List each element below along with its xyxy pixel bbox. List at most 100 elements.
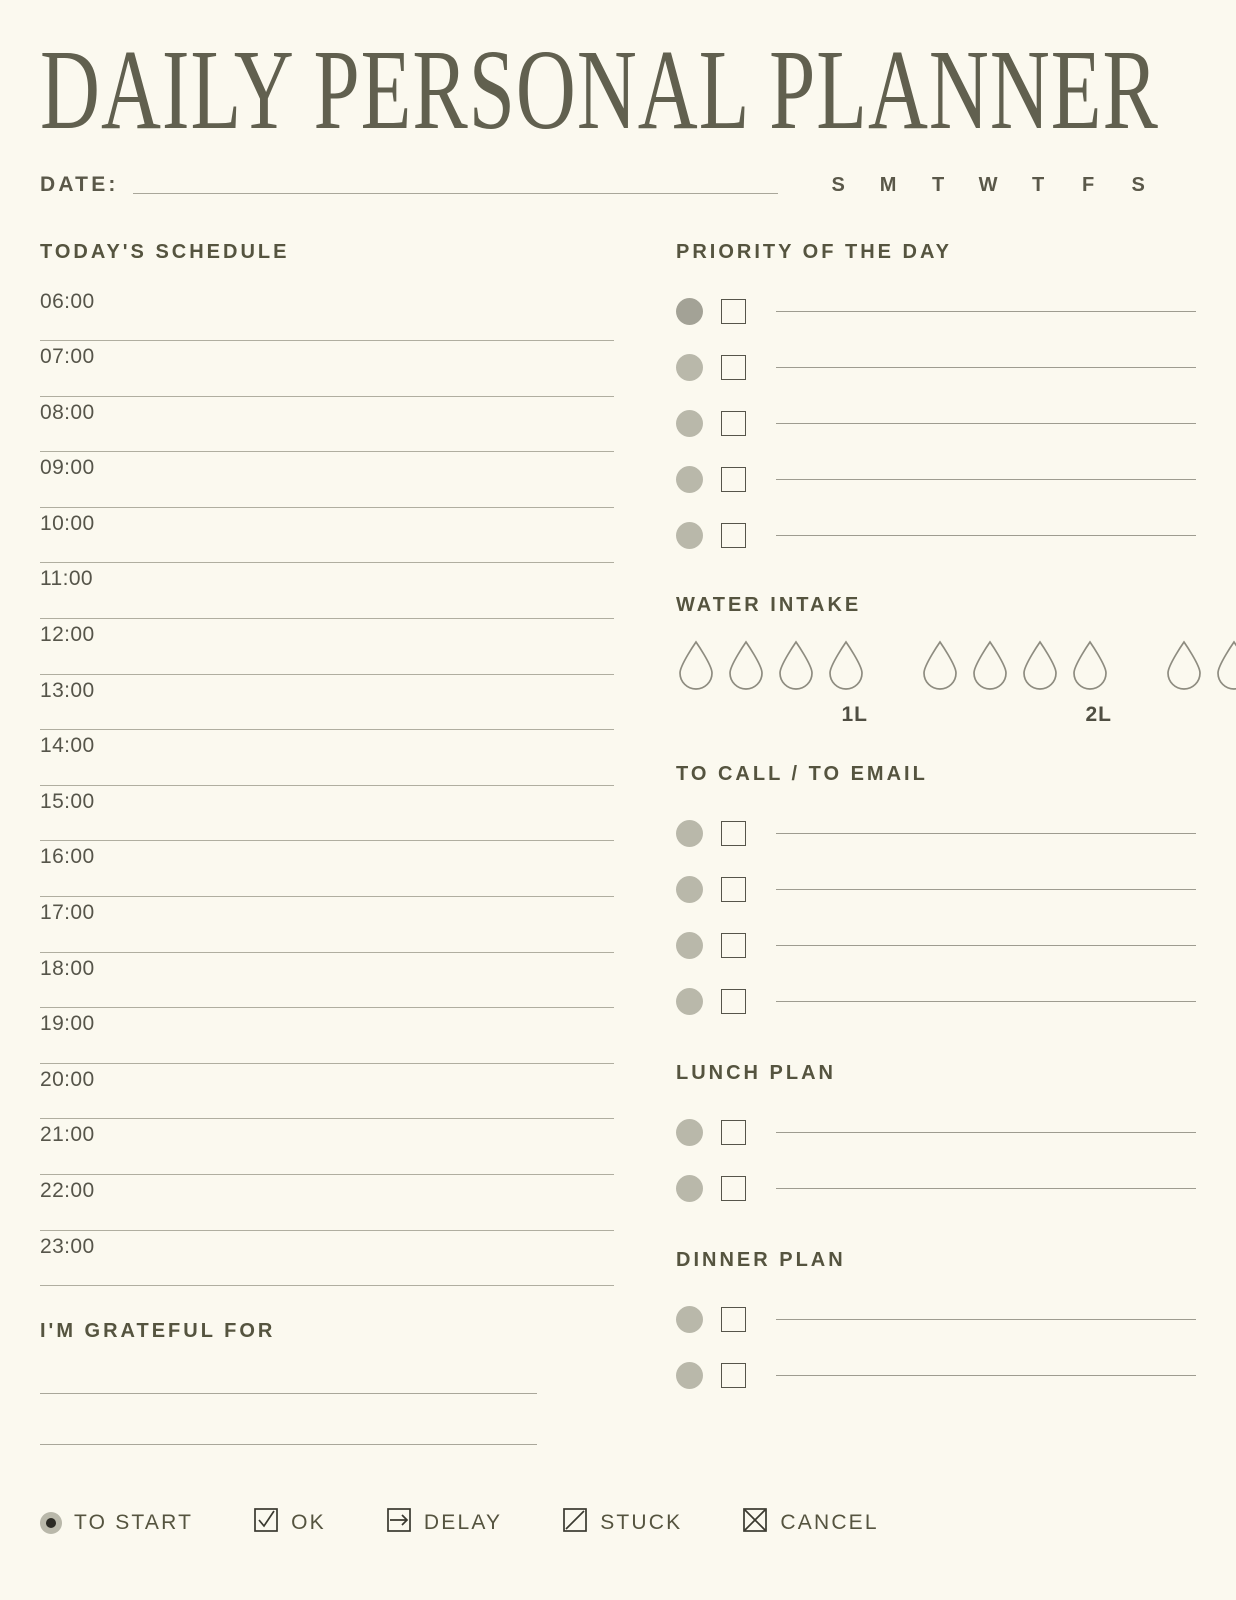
schedule-slot[interactable]: 13:00 [40,675,614,731]
legend-item-ok[interactable]: OK [253,1507,326,1538]
checkbox-icon[interactable] [721,821,746,846]
water-drop-icon[interactable] [920,639,970,691]
checkbox-icon[interactable] [721,1307,746,1332]
water-drop-icon [1167,640,1201,690]
status-dot-icon[interactable] [676,1362,703,1389]
checkbox-icon[interactable] [721,411,746,436]
legend-item-cancel[interactable]: CANCEL [742,1507,878,1538]
schedule-time-label: 21:00 [40,1123,95,1147]
priority-input-line[interactable] [776,311,1196,312]
day-letter-0[interactable]: S [814,174,864,197]
water-drop-icon[interactable] [826,639,876,691]
status-dot-icon[interactable] [676,876,703,903]
schedule-slot[interactable]: 16:00 [40,841,614,898]
schedule-slot[interactable]: 14:00 [40,730,614,786]
grateful-line[interactable] [40,1444,537,1446]
water-drop-icon[interactable] [1164,639,1214,691]
filled-dot-icon [40,1511,62,1534]
legend-label: STUCK [600,1510,683,1534]
priority-input-line[interactable] [776,535,1196,536]
schedule-slot[interactable]: 22:00 [40,1175,614,1231]
checkbox-icon[interactable] [721,355,746,380]
water-drop-icon [729,640,763,690]
contacts-heading: TO CALL / TO EMAIL [676,762,928,785]
grateful-line[interactable] [40,1393,537,1395]
checkbox-icon[interactable] [721,989,746,1014]
contact-input-line[interactable] [776,833,1196,834]
status-dot-icon[interactable] [676,932,703,959]
priority-input-line[interactable] [776,367,1196,368]
water-amount-label: 1L [841,702,868,726]
water-drop-icon[interactable] [1214,639,1236,691]
date-label: DATE: [40,172,119,196]
day-letter-1[interactable]: M [864,174,914,197]
content-columns: TODAY'S SCHEDULE 06:00 07:00 08:00 09:00 10:… [40,241,1236,1446]
priority-input-line[interactable] [776,479,1196,480]
day-letter-4[interactable]: T [1014,174,1064,197]
water-drop-icon[interactable] [1070,639,1120,691]
checkbox-icon[interactable] [721,523,746,548]
priority-row [676,396,1196,452]
status-dot-icon[interactable] [676,820,703,847]
checkbox-icon[interactable] [721,467,746,492]
water-drop-icon[interactable] [776,639,826,691]
dinner-section: DINNER PLAN [676,1249,1196,1404]
lunch-section: LUNCH PLAN [676,1062,1196,1217]
status-dot-icon[interactable] [676,1306,703,1333]
schedule-slot[interactable]: 06:00 [40,286,614,342]
status-dot-icon[interactable] [676,410,703,437]
schedule-slot[interactable]: 11:00 [40,563,614,620]
day-letter-6[interactable]: S [1114,174,1164,197]
status-dot-icon[interactable] [676,466,703,493]
schedule-time-label: 07:00 [40,345,95,369]
schedule-slot[interactable]: 08:00 [40,397,614,453]
schedule-slot[interactable]: 07:00 [40,341,614,397]
checkbox-icon[interactable] [721,877,746,902]
legend-item-to-start[interactable]: TO START [40,1511,193,1535]
status-dot-icon[interactable] [676,988,703,1015]
schedule-slot[interactable]: 15:00 [40,786,614,842]
checkbox-icon[interactable] [721,1176,746,1201]
dinner-row [676,1348,1196,1404]
checkbox-icon[interactable] [721,933,746,958]
date-input-line[interactable] [132,192,778,194]
schedule-slot[interactable]: 09:00 [40,452,614,508]
status-dot-icon[interactable] [676,298,703,325]
priority-input-line[interactable] [776,423,1196,424]
grateful-heading: I'M GRATEFUL FOR [40,1320,276,1343]
status-dot-icon[interactable] [676,1175,703,1202]
schedule-slot[interactable]: 23:00 [40,1231,614,1287]
schedule-time-label: 08:00 [40,400,95,424]
schedule-slot[interactable]: 18:00 [40,953,614,1009]
day-letter-3[interactable]: W [964,174,1014,197]
schedule-slot[interactable]: 17:00 [40,897,614,953]
water-drop-icon[interactable] [1020,639,1070,691]
schedule-slot[interactable]: 12:00 [40,619,614,675]
dinner-input-line[interactable] [776,1375,1196,1376]
day-letter-5[interactable]: F [1064,174,1114,197]
lunch-input-line[interactable] [776,1132,1196,1133]
schedule-slot[interactable]: 21:00 [40,1119,614,1175]
schedule-slot[interactable]: 10:00 [40,508,614,564]
legend-item-delay[interactable]: DELAY [386,1507,502,1538]
contacts-list [676,806,1196,1030]
checkbox-icon[interactable] [721,1120,746,1145]
water-amount-label: 3L [1164,713,1236,737]
status-dot-icon[interactable] [676,354,703,381]
legend-item-stuck[interactable]: STUCK [562,1507,682,1538]
dinner-input-line[interactable] [776,1319,1196,1320]
status-dot-icon[interactable] [676,522,703,549]
day-letter-2[interactable]: T [914,174,964,197]
checkbox-icon[interactable] [721,299,746,324]
contact-input-line[interactable] [776,889,1196,890]
status-dot-icon[interactable] [676,1119,703,1146]
schedule-slot[interactable]: 19:00 [40,1008,614,1064]
water-drop-icon[interactable] [726,639,776,691]
contact-input-line[interactable] [776,1001,1196,1002]
schedule-slot[interactable]: 20:00 [40,1064,614,1120]
checkbox-icon[interactable] [721,1363,746,1388]
water-drop-icon[interactable] [970,639,1020,691]
lunch-input-line[interactable] [776,1188,1196,1189]
contact-input-line[interactable] [776,945,1196,946]
water-drop-icon[interactable] [676,639,726,691]
